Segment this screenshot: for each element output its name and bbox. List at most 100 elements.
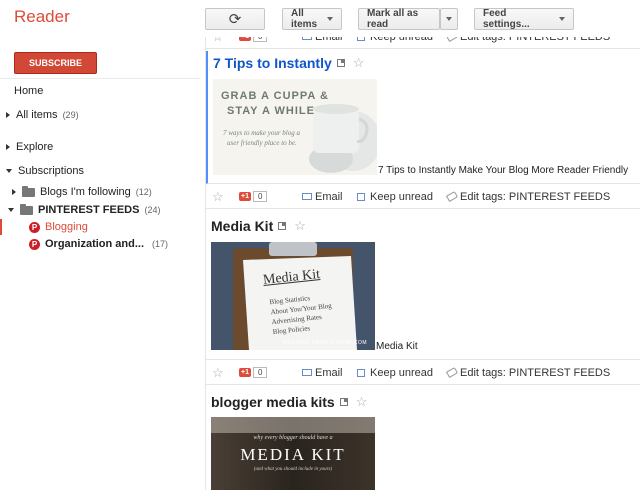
plus-one-count: 0 (252, 367, 268, 378)
item-title[interactable]: 7 Tips to Instantly ☆ (213, 55, 364, 71)
tag-icon (445, 37, 459, 43)
star-icon[interactable]: ☆ (212, 189, 224, 205)
all-items-label: All items (291, 8, 318, 30)
email-action[interactable]: Email (302, 367, 343, 379)
item-snippet: 7 Tips to Instantly Make Your Blog More … (378, 165, 629, 176)
mark-all-read-dropdown[interactable] (440, 8, 458, 30)
item-title[interactable]: blogger media kits ☆ (211, 394, 367, 410)
thumb-caption-1: why every blogger should have a (253, 435, 333, 441)
item-title[interactable]: Media Kit ☆ (211, 218, 306, 234)
star-icon[interactable]: ☆ (212, 37, 224, 45)
email-label: Email (315, 37, 343, 43)
item-title-text[interactable]: 7 Tips to Instantly (213, 55, 332, 71)
sidebar-item-all-items[interactable]: All items (29) (6, 109, 79, 121)
plus-one-button[interactable]: +10 (239, 367, 268, 378)
sidebar-item-explore[interactable]: Explore (6, 141, 53, 153)
email-label: Email (315, 366, 343, 379)
thumb-list: Blog Statistics About You/Your Blog Adve… (269, 291, 334, 337)
gplus-icon: +1 (239, 192, 251, 201)
tag-name: PINTEREST FEEDS (508, 366, 611, 379)
all-items-dropdown[interactable]: All items (282, 8, 342, 30)
horizontal-scrollbar[interactable] (205, 490, 640, 502)
chevron-down-icon (446, 17, 452, 21)
keep-unread-action[interactable]: Keep unread (357, 191, 433, 203)
email-action[interactable]: Email (302, 191, 343, 203)
sidebar-feed-organization[interactable]: P Organization and... (17) (29, 238, 168, 250)
item-thumbnail[interactable]: why every blogger should have a MEDIA KI… (211, 417, 375, 491)
checkbox[interactable] (357, 37, 365, 41)
edit-tags-action[interactable]: Edit tags: PINTEREST FEEDS (445, 190, 610, 203)
sidebar-item-subscriptions[interactable]: Subscriptions (6, 165, 84, 177)
edit-tags-action[interactable]: Edit tags: PINTEREST FEEDS (445, 366, 611, 379)
folder-icon (22, 185, 35, 197)
feed-settings-label: Feed settings... (483, 8, 530, 30)
star-icon[interactable]: ☆ (353, 55, 365, 71)
thumb-heading: MEDIA KIT (240, 445, 346, 464)
reader-logo[interactable]: Reader (14, 7, 70, 27)
plus-one-count: 0 (252, 37, 268, 42)
sidebar-item-home[interactable]: Home (14, 85, 43, 97)
external-link-icon[interactable] (339, 398, 348, 406)
reader-app: Reader ⟳ All items Mark all as read Feed… (0, 0, 640, 502)
chevron-right-icon[interactable] (12, 189, 16, 195)
plus-one-count: 0 (252, 191, 268, 202)
feed-label: Organization and... (45, 238, 145, 250)
refresh-button[interactable]: ⟳ (205, 8, 265, 30)
item-actions: ☆ +10 Email Keep unread Edit tags: PINTE… (206, 37, 640, 49)
thumb-caption-2: user friendly place to be. (227, 139, 297, 147)
chevron-right-icon[interactable] (6, 112, 10, 118)
sidebar-divider (0, 78, 200, 79)
star-icon[interactable]: ☆ (294, 218, 306, 234)
folder-icon (20, 203, 33, 215)
item-actions: ☆ +10 Email Keep unread Edit tags: PINTE… (206, 185, 640, 209)
chevron-down-icon[interactable] (6, 169, 12, 173)
list-item[interactable]: 7 Tips to Instantly ☆ GRAB A CUPPA & STA… (206, 51, 640, 184)
folder-count: (24) (144, 205, 161, 215)
keep-unread-action[interactable]: Keep unread (357, 367, 433, 379)
sidebar-folder-blogs[interactable]: Blogs I'm following (12) (12, 185, 152, 198)
chevron-right-icon[interactable] (6, 144, 10, 150)
star-icon[interactable]: ☆ (212, 365, 224, 381)
plus-one-button[interactable]: +10 (239, 191, 268, 202)
mark-all-read-button[interactable]: Mark all as read (358, 8, 440, 30)
item-thumbnail[interactable]: Media Kit Blog Statistics About You/Your… (211, 242, 375, 350)
item-thumbnail[interactable]: GRAB A CUPPA & STAY A WHILE 7 ways to ma… (213, 79, 377, 175)
thumb-footer: MUSINGS FROM A SAHM.COM (283, 340, 368, 346)
tag-icon (445, 190, 459, 203)
external-link-icon[interactable] (336, 59, 345, 67)
sidebar: SUBSCRIBE Home All items (29) Explore Su… (0, 37, 200, 502)
email-action[interactable]: Email (302, 37, 343, 43)
email-label: Email (315, 190, 343, 203)
item-title-text[interactable]: blogger media kits (211, 394, 335, 410)
tag-name: PINTEREST FEEDS (509, 37, 610, 43)
keep-unread-label: Keep unread (370, 37, 433, 43)
mark-all-read-label: Mark all as read (367, 8, 419, 30)
explore-label: Explore (16, 141, 54, 153)
folder-count: (12) (135, 187, 152, 197)
subscribe-button[interactable]: SUBSCRIBE (14, 52, 97, 74)
edit-tags-label: Edit tags: (460, 37, 506, 43)
folder-label: PINTEREST FEEDS (38, 204, 140, 216)
edit-tags-action[interactable]: Edit tags: PINTEREST FEEDS (445, 37, 610, 43)
sidebar-folder-pinterest[interactable]: PINTEREST FEEDS (24) (8, 203, 161, 216)
list-item[interactable]: Media Kit ☆ Media Kit Blog Statistics Ab… (206, 214, 640, 360)
checkbox[interactable] (357, 192, 365, 201)
all-items-count: (29) (62, 110, 79, 120)
thumb-caption-2: (and what you should include in yours) (253, 467, 333, 472)
plus-one-button[interactable]: +10 (239, 37, 268, 42)
subscriptions-label: Subscriptions (18, 165, 85, 177)
thumb-heading-1: GRAB A CUPPA & (221, 90, 329, 102)
checkbox[interactable] (357, 368, 365, 377)
chevron-down-icon[interactable] (8, 208, 14, 212)
external-link-icon[interactable] (278, 222, 287, 230)
star-icon[interactable]: ☆ (356, 394, 368, 410)
feed-count: (17) (152, 239, 169, 249)
sidebar-feed-blogging[interactable]: P Blogging (29, 221, 88, 233)
all-items-label: All items (16, 109, 58, 121)
feed-settings-dropdown[interactable]: Feed settings... (474, 8, 574, 30)
item-title-text[interactable]: Media Kit (211, 218, 273, 234)
keep-unread-label: Keep unread (370, 366, 433, 379)
keep-unread-action[interactable]: Keep unread (357, 37, 433, 43)
feed-label: Blogging (45, 221, 88, 233)
list-item[interactable]: blogger media kits ☆ why every blogger s… (206, 390, 640, 502)
